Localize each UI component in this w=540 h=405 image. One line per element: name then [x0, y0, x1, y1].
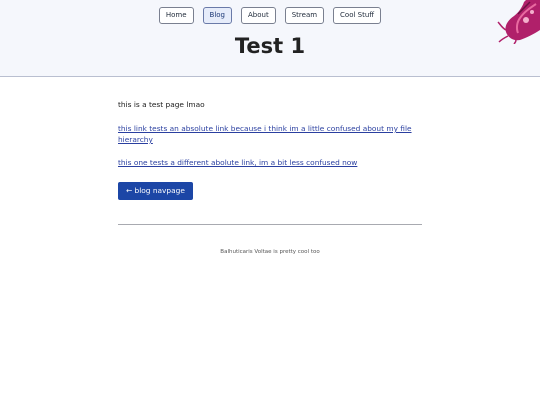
nav-blog-button[interactable]: Blog [202, 7, 233, 24]
site-header: Home Blog About Stream Cool Stuff Test 1 [0, 0, 540, 77]
nav-home-button[interactable]: Home [158, 7, 194, 24]
content-divider [118, 224, 422, 225]
nav-cool-stuff-button[interactable]: Cool Stuff [333, 7, 382, 24]
absolute-link-2[interactable]: this one tests a different abolute link,… [118, 157, 422, 168]
intro-text: this is a test page lmao [118, 100, 205, 109]
absolute-link-1[interactable]: this link tests an absolute link because… [118, 123, 422, 145]
creature-illustration [497, 0, 540, 44]
footer-text: Balhuticaris Voltae is pretty cool too [220, 249, 320, 255]
blog-navpage-button[interactable]: ← blog navpage [118, 182, 193, 200]
nav-about-button[interactable]: About [241, 7, 276, 24]
page-title: Test 1 [234, 34, 306, 58]
top-nav: Home Blog About Stream Cool Stuff [0, 7, 540, 24]
nav-stream-button[interactable]: Stream [284, 7, 325, 24]
main-content: this is a test page lmao this link tests… [118, 99, 422, 200]
